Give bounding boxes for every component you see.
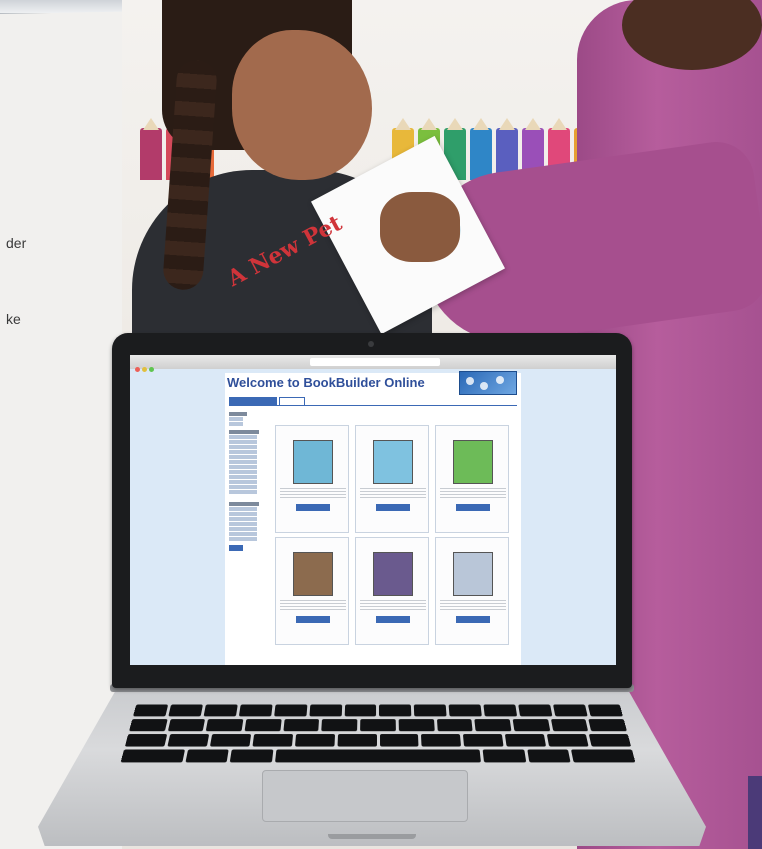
book-cover: [293, 440, 333, 484]
book-title: [436, 538, 508, 540]
laptop-screen: Welcome to BookBuilder Online: [130, 355, 616, 665]
book-title: [356, 538, 428, 540]
filter-go-button: [229, 545, 243, 551]
corner-accent-block: [748, 776, 762, 849]
left-text-snippet-2: ke: [6, 311, 21, 327]
book-description: [360, 488, 426, 500]
filter-sidebar: [229, 411, 269, 551]
book-card: [355, 425, 429, 533]
browser-url-field: [310, 358, 440, 366]
tab-secondary: [279, 397, 305, 406]
book-cover: [373, 552, 413, 596]
book-title: [436, 426, 508, 428]
read-book-button: [296, 616, 330, 623]
read-book-button: [456, 616, 490, 623]
read-book-button: [296, 504, 330, 511]
pagination: [275, 417, 515, 424]
left-text-snippet-1: der: [6, 235, 27, 251]
book-card: [275, 425, 349, 533]
read-book-button: [376, 616, 410, 623]
book-grid: [275, 411, 515, 645]
book-title: [276, 538, 348, 540]
site-logo: [459, 371, 517, 395]
book-description: [440, 600, 506, 612]
book-cover: [453, 440, 493, 484]
book-title: [276, 426, 348, 428]
book-cover: [373, 440, 413, 484]
book-cover: [293, 552, 333, 596]
site-title: Welcome to BookBuilder Online: [227, 375, 425, 390]
bookbuilder-site: Welcome to BookBuilder Online: [225, 371, 521, 665]
book-card: [275, 537, 349, 645]
tab-bookbuilder: [229, 397, 277, 406]
read-book-button: [376, 504, 410, 511]
laptop-notch: [328, 834, 416, 839]
book-cover: [453, 552, 493, 596]
book-description: [280, 600, 346, 612]
book-description: [440, 488, 506, 500]
book-card: [355, 537, 429, 645]
laptop-keyboard: [119, 704, 637, 768]
book-description: [280, 488, 346, 500]
book-card: [435, 537, 509, 645]
book-card: [435, 425, 509, 533]
browser-toolbar: [130, 355, 616, 372]
teacher-hand: [380, 192, 460, 262]
site-tabs: [229, 397, 517, 406]
book-description: [360, 600, 426, 612]
book-title: [356, 426, 428, 428]
photo-scene: der ke A New Pet Welcome to BookBuilder …: [0, 0, 762, 849]
read-book-button: [456, 504, 490, 511]
laptop-trackpad: [262, 770, 468, 822]
